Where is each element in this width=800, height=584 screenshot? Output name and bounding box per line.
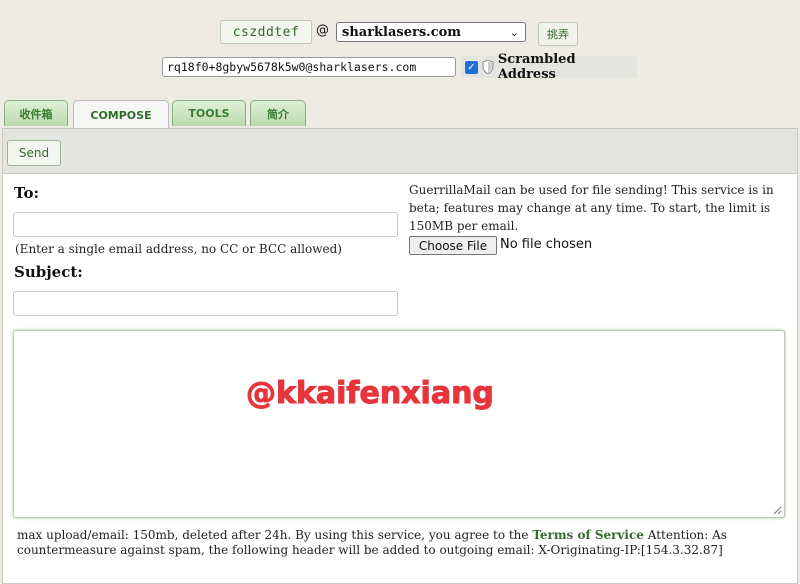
- watermark-text: @kkaifenxiang: [246, 376, 495, 412]
- at-sign: @: [316, 23, 329, 38]
- footer-text-1: max upload/email: 150mb, deleted after 2…: [17, 528, 533, 542]
- username-box[interactable]: cszddtef: [220, 20, 312, 44]
- choose-file-button[interactable]: Choose File: [409, 236, 497, 255]
- scrambled-checkbox[interactable]: ✓: [465, 60, 478, 74]
- subject-label: Subject:: [14, 263, 83, 281]
- domain-value: sharklasers.com: [342, 24, 462, 40]
- resize-grip-icon[interactable]: [773, 506, 782, 515]
- no-file-text: No file chosen: [500, 237, 593, 252]
- to-label: To:: [14, 184, 39, 202]
- scrambled-address-toggle[interactable]: ✓ Scrambled Address: [461, 52, 637, 82]
- message-body-textarea[interactable]: @kkaifenxiang: [13, 330, 785, 518]
- scrambled-label: Scrambled Address: [497, 52, 576, 82]
- shield-icon: [482, 60, 494, 74]
- file-sending-info: GuerrillaMail can be used for file sendi…: [409, 183, 774, 233]
- compose-panel: Send To: (Enter a single email address, …: [2, 128, 798, 584]
- tab-about[interactable]: 简介: [250, 100, 306, 126]
- terms-of-service-link[interactable]: Terms of Service: [532, 528, 644, 542]
- send-button[interactable]: Send: [7, 140, 61, 166]
- chevron-down-icon: ⌄: [509, 26, 519, 39]
- to-input[interactable]: [13, 212, 398, 237]
- footer-notice: max upload/email: 150mb, deleted after 2…: [17, 528, 777, 558]
- to-hint: (Enter a single email address, no CC or …: [15, 242, 342, 256]
- compose-toolbar: Send: [3, 129, 797, 174]
- tab-tools[interactable]: TOOLS: [172, 100, 246, 126]
- tab-compose[interactable]: COMPOSE: [73, 100, 169, 129]
- domain-select[interactable]: sharklasers.com ⌄: [336, 22, 526, 42]
- tab-inbox[interactable]: 收件箱: [4, 100, 68, 126]
- subject-input[interactable]: [13, 291, 398, 316]
- set-address-button[interactable]: 挑弄: [538, 22, 578, 46]
- address-bar: cszddtef @ sharklasers.com ⌄ 挑弄 rq18f0+8…: [0, 0, 800, 100]
- full-address-field[interactable]: rq18f0+8gbyw5678k5w0@sharklasers.com: [162, 57, 456, 77]
